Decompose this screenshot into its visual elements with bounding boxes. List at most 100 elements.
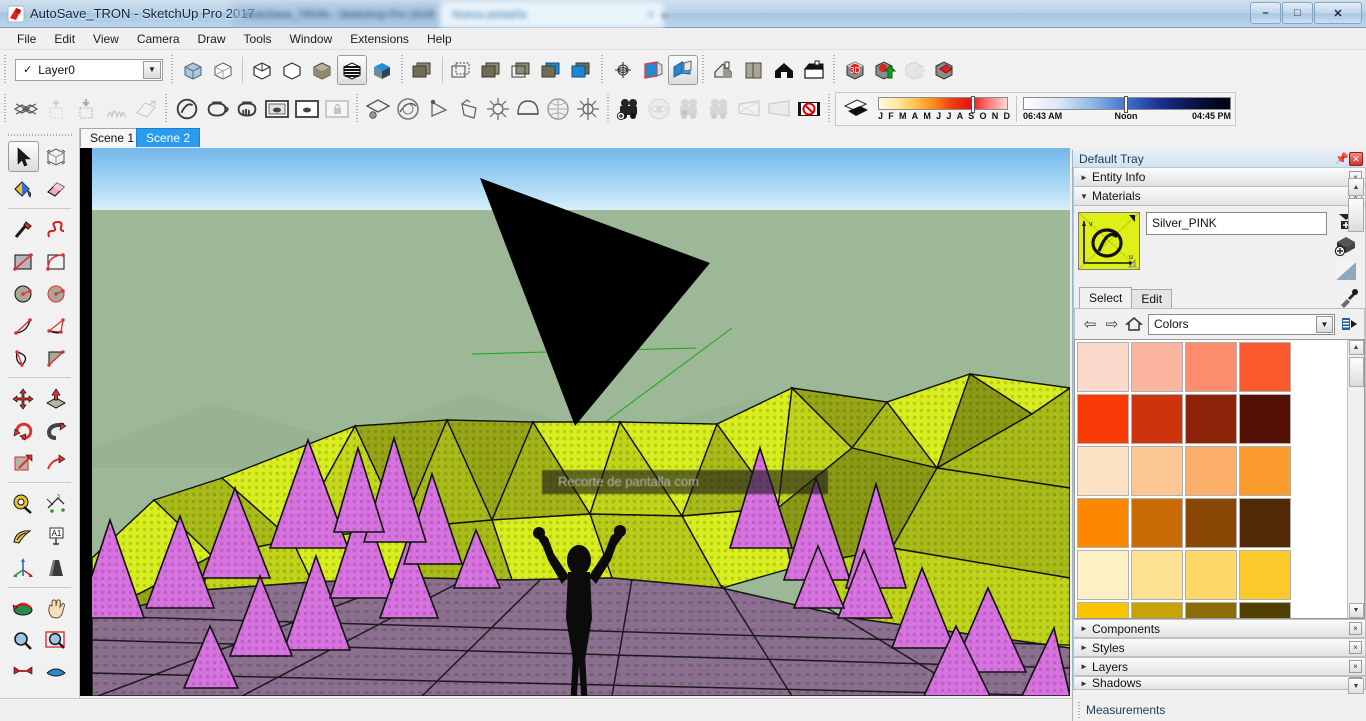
sandbox-add-detail-button[interactable] [513,94,543,124]
swatch-9[interactable] [1131,446,1183,496]
swatch-18[interactable] [1185,550,1237,600]
model-canvas[interactable]: Recorte de pantalla com [92,148,1070,696]
shadow-date-control[interactable]: J F M A M J J A S O N D [878,95,1010,121]
shadow-date-thumb[interactable] [971,95,975,113]
swatch-0[interactable] [1077,342,1129,392]
menu-file[interactable]: File [8,30,45,48]
toolbar-grip[interactable] [2,54,9,85]
measurements-grip[interactable] [1076,701,1083,718]
section-plane-blue-1-button[interactable] [537,55,567,85]
swatch-6[interactable] [1185,394,1237,444]
rotated-rectangle-tool-button[interactable] [41,246,72,277]
entity-info-expand-icon[interactable]: ► [1080,173,1092,182]
protractor-tool-button[interactable] [8,520,39,551]
display-section-fill-button[interactable] [507,55,537,85]
scale-tool-button[interactable] [8,447,39,478]
style-back-edges-button[interactable] [367,55,397,85]
3d-text-tool-button[interactable] [41,552,72,583]
details-icon[interactable] [1338,314,1360,334]
orbit-tool-button[interactable] [8,593,39,624]
panel-components[interactable]: ► Components × [1073,619,1366,638]
show-frustum-icon-button[interactable] [734,94,764,124]
dimension-tool-button[interactable]: 3 [41,488,72,519]
sandbox-smoove-button[interactable] [423,94,453,124]
dyn-component-options-button[interactable] [262,94,292,124]
library-chevron-down-icon[interactable]: ▼ [1316,315,1333,333]
swatch-2[interactable] [1185,342,1237,392]
toolbar-grip-section[interactable] [399,54,406,85]
menu-edit[interactable]: Edit [45,30,84,48]
swatch-14[interactable] [1185,498,1237,548]
view-right-button[interactable] [799,55,829,85]
sandbox-from-scratch-button[interactable] [363,94,393,124]
zoom-window-tool-button[interactable] [8,657,39,688]
shadows-expand-icon[interactable]: ► [1080,679,1092,688]
solid-union-button[interactable] [232,94,262,124]
eyedropper-icon[interactable] [1337,288,1359,308]
toggle-camera-icon-button[interactable] [794,94,824,124]
material-preview-icon[interactable]: v u [1078,212,1140,270]
menu-extensions[interactable]: Extensions [341,30,418,48]
share-component-icon-button[interactable] [900,55,930,85]
arc-tool-button[interactable] [8,310,39,341]
shadow-toggle-icon-button[interactable] [840,94,874,124]
style-wireframe-button[interactable] [208,55,238,85]
panel-styles[interactable]: ► Styles × [1073,638,1366,657]
swatch-13[interactable] [1131,498,1183,548]
tape-measure-tool-button[interactable] [8,488,39,519]
swatch-20[interactable] [1077,602,1129,618]
follow-me-tool-button[interactable] [41,415,72,446]
display-secondary-selection-icon[interactable] [1334,260,1358,282]
3d-warehouse-icon-button[interactable]: 3D [840,55,870,85]
sandbox-grass-icon-button[interactable] [101,94,131,124]
swatch-22[interactable] [1185,602,1237,618]
model-viewport[interactable]: Recorte de pantalla com [80,148,1070,696]
tray-scroll-up[interactable]: ▲ [1348,178,1364,196]
measurements-value[interactable] [1171,702,1360,717]
styles-expand-icon[interactable]: ► [1080,643,1092,652]
material-library-combo[interactable]: Colors ▼ [1148,313,1335,335]
hide-frustum-icon-button[interactable] [764,94,794,124]
menu-window[interactable]: Window [281,30,342,48]
swatch-16[interactable] [1077,550,1129,600]
previous-view-tool-button[interactable] [41,657,72,688]
circle-tool-button[interactable] [8,278,39,309]
zoom-tool-button[interactable] [8,625,39,656]
display-section-planes-button[interactable] [447,55,477,85]
scene-tab-1[interactable]: Scene 1 [80,128,145,147]
look-through-camera-icon-button[interactable] [674,94,704,124]
components-close-icon[interactable]: × [1349,622,1362,635]
layer-combo[interactable]: ✓ Layer0 ▼ [15,58,163,81]
swatch-23[interactable] [1239,602,1291,618]
view-top-button[interactable] [739,55,769,85]
sandbox-sphere-button[interactable] [573,94,603,124]
share-model-icon-button[interactable] [870,55,900,85]
nav-back-button[interactable]: ⇦ [1079,314,1101,334]
swatch-11[interactable] [1239,446,1291,496]
eraser-tool-button[interactable] [41,173,72,204]
components-expand-icon[interactable]: ► [1080,624,1092,633]
standard-view-front-button[interactable] [638,55,668,85]
display-section-cuts-button[interactable] [477,55,507,85]
pin-icon[interactable]: 📌 [1335,152,1349,166]
text-tool-button[interactable]: A1 [41,520,72,551]
window-tab-1-close[interactable]: × [648,2,654,28]
unhide-icon-button[interactable] [41,94,71,124]
style-shaded-texture-button[interactable] [307,55,337,85]
rectangle-tool-button[interactable] [8,246,39,277]
edit-camera-icon-button[interactable] [704,94,734,124]
zoom-extents-tool-button[interactable] [41,625,72,656]
window-tab-1[interactable]: Nueva pestaña × [440,2,664,28]
swatch-3[interactable] [1239,342,1291,392]
select-tool-button[interactable] [7,141,39,172]
maximize-button[interactable]: □ [1282,2,1313,24]
sandbox-drape-icon-button[interactable] [131,94,161,124]
model-scene-svg[interactable] [92,148,1070,696]
window-tab-0-close[interactable]: × [428,2,434,28]
styles-close-icon[interactable]: × [1349,641,1362,654]
pie-tool-button[interactable] [41,342,72,373]
pan-tool-button[interactable] [41,593,72,624]
swatch-scroll-up[interactable]: ▲ [1348,340,1364,355]
home-icon[interactable] [1123,314,1145,334]
toolbar-grip-styles[interactable] [169,54,176,85]
